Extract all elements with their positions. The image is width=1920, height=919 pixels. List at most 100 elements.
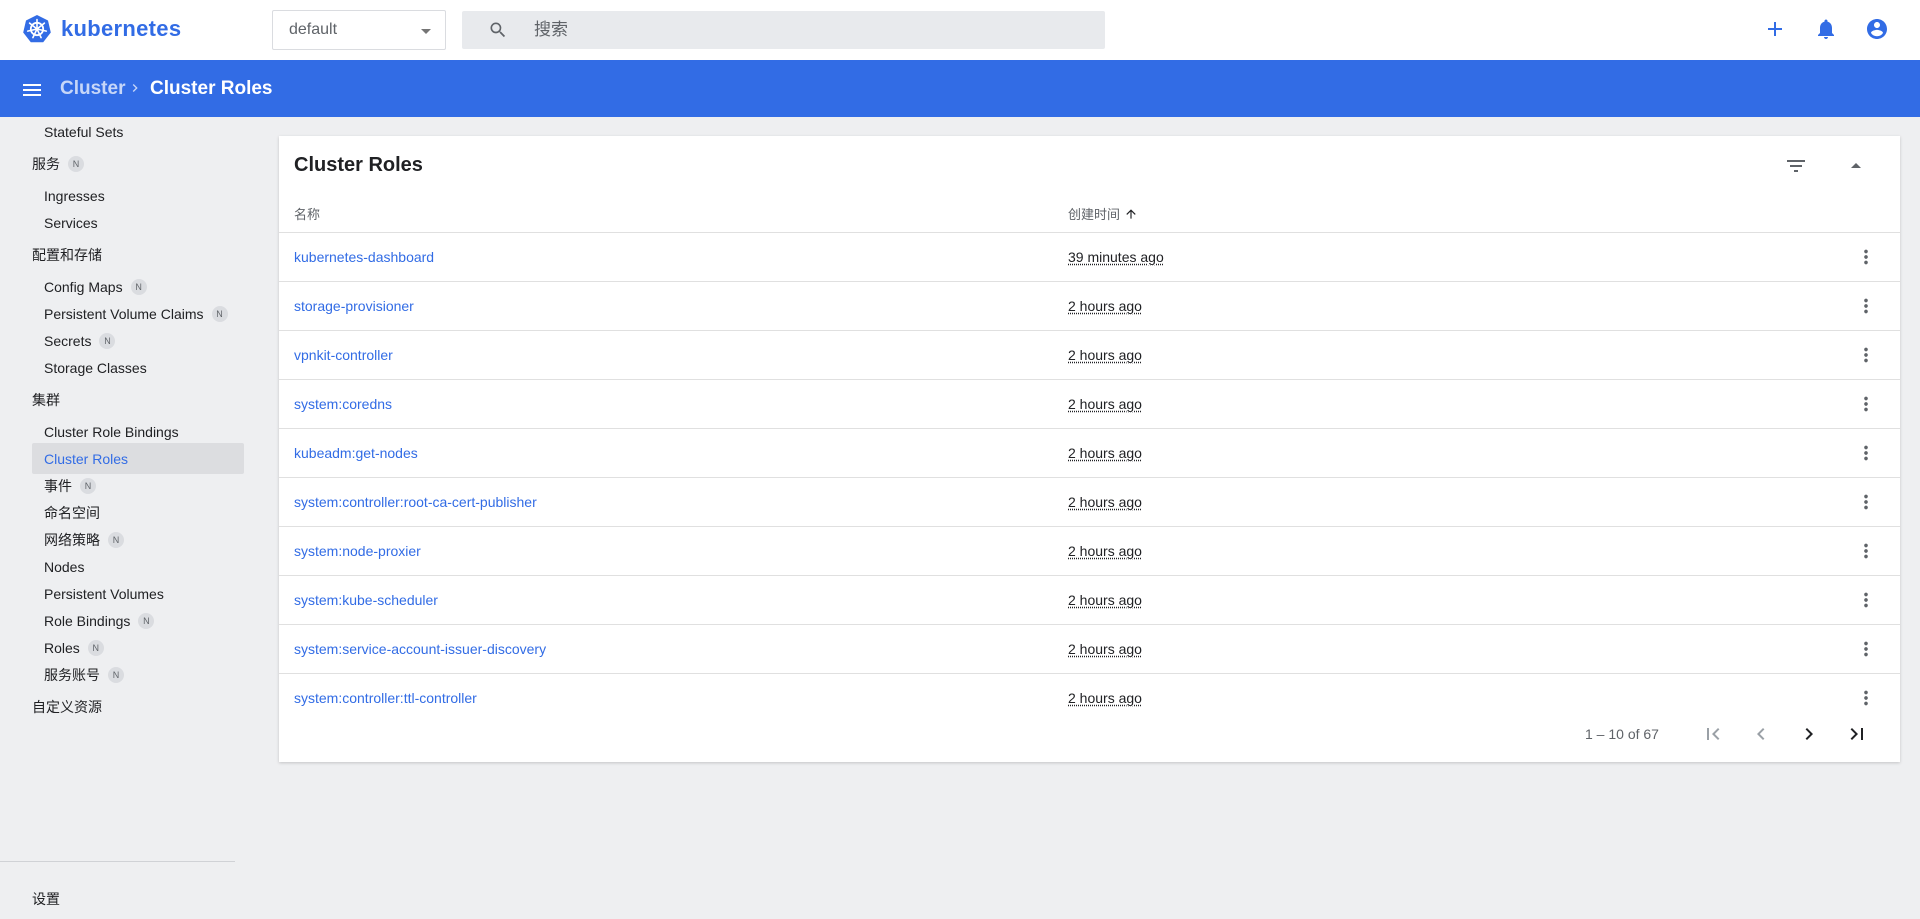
column-header-name[interactable]: 名称	[294, 204, 320, 223]
sidebar-group-label: 配置和存储	[32, 247, 102, 263]
sidebar-item-cluster-roles[interactable]: Cluster Roles	[32, 443, 244, 474]
app-logo[interactable]: kubernetes	[22, 14, 181, 44]
namespaced-badge: N	[68, 156, 84, 172]
sidebar-item-label: Persistent Volumes	[44, 586, 164, 602]
cluster-role-link[interactable]: system:coredns	[294, 396, 392, 412]
sidebar-item-label: 命名空间	[44, 505, 100, 521]
namespace-value: default	[289, 21, 338, 38]
namespaced-badge: N	[87, 640, 104, 656]
namespaced-badge: N	[138, 613, 155, 629]
kubernetes-logo-icon	[23, 15, 51, 43]
sidebar-item-cluster-role-bindings[interactable]: Cluster Role Bindings	[32, 418, 244, 446]
table-row: system:controller:ttl-controller 2 hours…	[279, 674, 1900, 723]
search-icon	[490, 22, 506, 38]
more-vert-icon[interactable]	[1855, 393, 1877, 415]
cluster-role-link[interactable]: system:controller:root-ca-cert-publisher	[294, 494, 537, 510]
sidebar-item-settings[interactable]: 设置	[32, 885, 60, 913]
sidebar-group-service[interactable]: 服务 N	[32, 150, 84, 178]
table-row: kubeadm:get-nodes 2 hours ago	[279, 429, 1900, 478]
cluster-role-link[interactable]: kubeadm:get-nodes	[294, 445, 418, 461]
more-vert-icon[interactable]	[1855, 246, 1877, 268]
previous-page-icon[interactable]	[1749, 722, 1773, 746]
sidebar-item-label: 服务账号	[44, 667, 100, 683]
namespace-select[interactable]: default	[272, 10, 446, 50]
sidebar-item-secrets[interactable]: Secrets N	[32, 327, 244, 355]
column-header-created[interactable]: 创建时间	[1068, 204, 1138, 223]
top-bar: kubernetes default	[0, 0, 1920, 60]
search-input[interactable]	[534, 11, 1074, 49]
sidebar-divider	[0, 861, 235, 862]
namespaced-badge: N	[108, 667, 124, 683]
search-bar[interactable]	[462, 11, 1105, 49]
collapse-arrow-icon[interactable]	[1844, 154, 1868, 178]
sidebar-item-persistent-volume-claims[interactable]: Persistent Volume Claims N	[32, 300, 244, 328]
dropdown-arrow-icon	[421, 29, 431, 34]
more-vert-icon[interactable]	[1855, 687, 1877, 709]
sidebar-item-nodes[interactable]: Nodes	[32, 553, 244, 581]
column-header-label: 名称	[294, 207, 321, 222]
sidebar-item-services[interactable]: Services	[32, 209, 244, 237]
namespaced-badge: N	[130, 279, 147, 295]
created-time: 2 hours ago	[1068, 445, 1142, 461]
sidebar-item-service-accounts[interactable]: 服务账号 N	[32, 661, 244, 689]
column-header-label: 创建时间	[1068, 207, 1121, 222]
first-page-icon[interactable]	[1701, 722, 1725, 746]
account-circle-icon[interactable]	[1865, 17, 1889, 41]
sidebar-item-label: Config Maps	[44, 279, 123, 295]
filter-icon[interactable]	[1784, 154, 1808, 178]
sidebar-item-config-maps[interactable]: Config Maps N	[32, 273, 244, 301]
cluster-role-link[interactable]: system:kube-scheduler	[294, 592, 438, 608]
table-row: system:node-proxier 2 hours ago	[279, 527, 1900, 576]
sidebar-item-network-policies[interactable]: 网络策略 N	[32, 526, 244, 554]
created-time: 2 hours ago	[1068, 347, 1142, 363]
breadcrumb-toolbar: Cluster Cluster Roles	[0, 60, 1920, 117]
cluster-roles-card: Cluster Roles 名称 创建时间 kubernetes-dashboa…	[279, 136, 1900, 762]
last-page-icon[interactable]	[1845, 722, 1869, 746]
sidebar-item-roles[interactable]: Roles N	[32, 634, 244, 662]
table-row: kubernetes-dashboard 39 minutes ago	[279, 233, 1900, 282]
sidebar-item-label: Persistent Volume Claims	[44, 306, 204, 322]
table-row: system:service-account-issuer-discovery …	[279, 625, 1900, 674]
cluster-role-link[interactable]: system:service-account-issuer-discovery	[294, 641, 546, 657]
more-vert-icon[interactable]	[1855, 442, 1877, 464]
sidebar-item-role-bindings[interactable]: Role Bindings N	[32, 607, 244, 635]
more-vert-icon[interactable]	[1855, 491, 1877, 513]
more-vert-icon[interactable]	[1855, 638, 1877, 660]
sort-ascending-icon	[1126, 208, 1136, 219]
sidebar-item-label: 事件	[44, 478, 72, 494]
more-vert-icon[interactable]	[1855, 344, 1877, 366]
sidebar-item-ingresses[interactable]: Ingresses	[32, 182, 244, 210]
sidebar-item-namespaces[interactable]: 命名空间	[32, 499, 244, 527]
created-time: 2 hours ago	[1068, 396, 1142, 412]
add-icon[interactable]	[1763, 17, 1787, 41]
sidebar-group-label: 设置	[32, 891, 60, 907]
next-page-icon[interactable]	[1797, 722, 1821, 746]
sidebar-item-storage-classes[interactable]: Storage Classes	[32, 354, 244, 382]
sidebar: Stateful Sets 服务 N Ingresses Services 配置…	[0, 117, 245, 919]
cluster-role-link[interactable]: kubernetes-dashboard	[294, 249, 434, 265]
sidebar-group-config-storage[interactable]: 配置和存储	[32, 241, 102, 269]
sidebar-item-events[interactable]: 事件 N	[32, 472, 244, 500]
table-row: system:coredns 2 hours ago	[279, 380, 1900, 429]
table-row: system:kube-scheduler 2 hours ago	[279, 576, 1900, 625]
cluster-role-link[interactable]: storage-provisioner	[294, 298, 414, 314]
cluster-role-link[interactable]: vpnkit-controller	[294, 347, 393, 363]
sidebar-item-label: Nodes	[44, 559, 85, 575]
more-vert-icon[interactable]	[1855, 589, 1877, 611]
sidebar-item-persistent-volumes[interactable]: Persistent Volumes	[32, 580, 244, 608]
more-vert-icon[interactable]	[1855, 540, 1877, 562]
sidebar-item-stateful-sets[interactable]: Stateful Sets	[32, 118, 244, 146]
sidebar-item-label: Cluster Role Bindings	[44, 424, 179, 440]
sidebar-item-label: Secrets	[44, 333, 92, 349]
menu-icon[interactable]	[20, 78, 44, 102]
sidebar-group-cluster[interactable]: 集群	[32, 386, 60, 414]
sidebar-group-custom-resources[interactable]: 自定义资源	[32, 693, 102, 721]
sidebar-item-label: Cluster Roles	[44, 450, 129, 467]
notifications-icon[interactable]	[1814, 17, 1838, 41]
sidebar-group-label: 服务	[32, 156, 60, 172]
cluster-role-link[interactable]: system:node-proxier	[294, 543, 421, 559]
cluster-role-link[interactable]: system:controller:ttl-controller	[294, 690, 477, 706]
namespaced-badge: N	[108, 532, 124, 548]
more-vert-icon[interactable]	[1855, 295, 1877, 317]
breadcrumb-cluster[interactable]: Cluster	[60, 78, 125, 100]
